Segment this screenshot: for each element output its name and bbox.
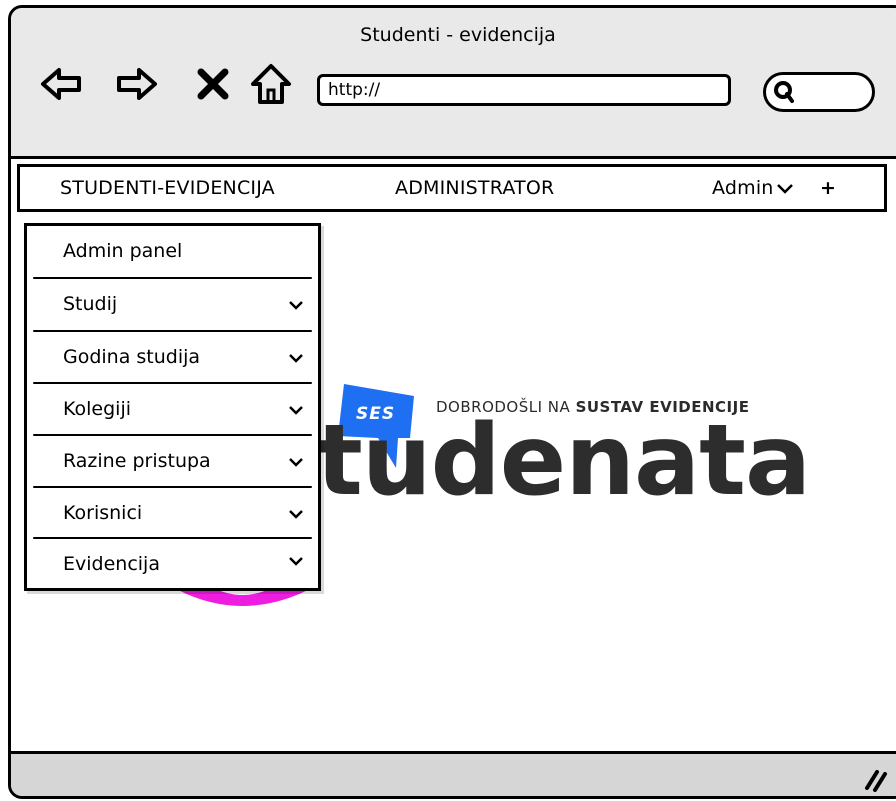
status-bar [11,751,896,796]
chevron-down-icon [289,510,303,519]
chevron-down-icon [289,557,303,566]
chevron-down-icon [776,184,793,194]
brand-link[interactable]: STUDENTI-EVIDENCIJA [60,177,275,199]
browser-chrome: Studenti - evidencija [11,8,896,159]
menu-item-label: Godina studija [63,346,201,368]
chevron-down-icon [289,406,303,415]
menu-item-label: Studij [63,293,118,315]
user-menu-label: Admin [712,177,774,199]
menu-item-korisnici[interactable]: Korisnici [27,488,318,539]
resize-grip-icon[interactable] [859,766,889,792]
forward-arrow-icon[interactable] [115,62,159,106]
menu-item-godina-studija[interactable]: Godina studija [27,332,318,383]
back-arrow-icon[interactable] [39,62,83,106]
chevron-down-icon [289,301,303,310]
window-title: Studenti - evidencija [360,24,556,46]
menu-item-razine-pristupa[interactable]: Razine pristupa [27,436,318,487]
search-icon [774,81,794,103]
admin-dropdown-menu: Admin panel Studij Godina studija Kolegi… [24,223,321,591]
menu-item-kolegiji[interactable]: Kolegiji [27,384,318,435]
chevron-down-icon [289,354,303,363]
close-icon[interactable] [195,66,231,102]
admin-user-menu[interactable]: Admin [712,177,794,199]
menu-item-label: Razine pristupa [63,450,211,472]
url-bar[interactable] [317,74,731,106]
add-button[interactable]: + [820,177,836,199]
menu-item-studij[interactable]: Studij [27,279,318,330]
search-box[interactable] [763,72,875,112]
top-menubar: STUDENTI-EVIDENCIJA ADMINISTRATOR Admin … [17,164,887,212]
chevron-down-icon [289,458,303,467]
menu-item-label: Korisnici [63,502,143,524]
menu-item-label: Admin panel [63,240,183,262]
menu-item-label: Kolegiji [63,398,132,420]
menu-item-label: Evidencija [63,553,160,575]
logo-wordmark: tudenata [316,404,811,518]
menu-item-evidencija[interactable]: Evidencija [27,539,318,590]
administrator-menu[interactable]: ADMINISTRATOR [395,177,554,199]
url-input[interactable] [320,77,728,103]
menu-item-admin-panel[interactable]: Admin panel [27,226,318,277]
home-icon[interactable] [249,62,293,106]
